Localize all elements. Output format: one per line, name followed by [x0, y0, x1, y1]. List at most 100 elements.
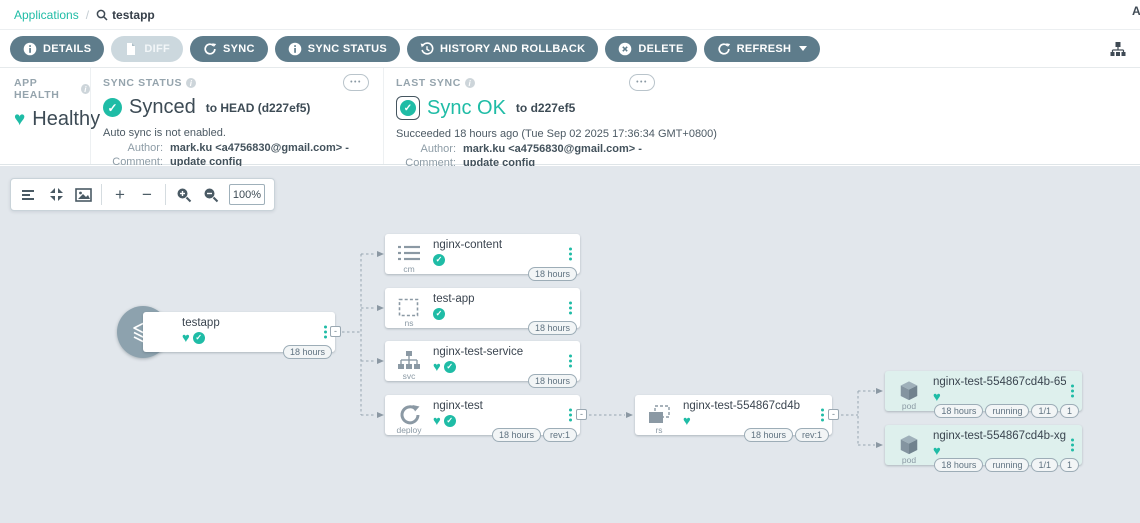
collapse-handle[interactable]: -	[828, 409, 839, 420]
node-menu-button[interactable]	[566, 352, 575, 371]
resource-tree-view-icon[interactable]	[1110, 41, 1126, 57]
app-health-label: APP HEALTH	[14, 77, 77, 101]
node-badge: 18 hours	[528, 321, 577, 335]
kind-label: svc	[385, 372, 433, 381]
history-icon	[420, 42, 434, 56]
healthy-heart-icon: ♥	[14, 110, 25, 129]
kind-label: rs	[635, 426, 683, 435]
deploy-icon: deploy	[385, 395, 433, 435]
zoom-out-button[interactable]: −	[138, 186, 156, 204]
resource-node-nginx-content[interactable]: cmnginx-content✓18 hours	[385, 234, 580, 274]
resource-node-nginx-test-554867cd4b-xgs9x[interactable]: podnginx-test-554867cd4b-xgs9x♥18 hoursr…	[885, 425, 1082, 465]
refresh-button[interactable]: REFRESH	[704, 36, 821, 62]
diff-button[interactable]: DIFF	[111, 36, 183, 62]
node-menu-button[interactable]	[1068, 382, 1077, 401]
node-menu-button[interactable]	[818, 406, 827, 425]
sync-status-button[interactable]: SYNC STATUS	[275, 36, 400, 62]
button-label: DELETE	[638, 43, 683, 55]
sync-status-menu-button[interactable]	[343, 74, 369, 91]
last-sync-label: LAST SYNC	[396, 77, 461, 89]
last-sync-value: Sync OK	[427, 97, 506, 120]
sync-button[interactable]: SYNC	[190, 36, 268, 62]
node-badge: 18 hours	[934, 458, 983, 472]
sync-status-section: SYNC STATUSi ✓ Synced to HEAD (d227ef5) …	[90, 68, 383, 164]
node-menu-button[interactable]	[321, 323, 330, 342]
resource-name: nginx-test-service	[433, 346, 564, 358]
sync-ok-badge-icon: ✓	[396, 96, 420, 120]
button-label: HISTORY AND ROLLBACK	[440, 43, 585, 55]
controls-divider	[101, 184, 102, 205]
info-icon	[288, 42, 302, 56]
button-label: SYNC STATUS	[308, 43, 387, 55]
node-badge: rev:1	[795, 428, 829, 442]
sync-check-icon: ✓	[433, 254, 445, 266]
button-label: DIFF	[144, 43, 170, 55]
resource-node-nginx-test-service[interactable]: svcnginx-test-service♥✓18 hours	[385, 341, 580, 381]
breadcrumb-app-name: testapp	[112, 8, 155, 22]
app-selector[interactable]: testapp	[96, 8, 155, 22]
breadcrumb-separator: /	[86, 8, 89, 22]
last-sync-menu-button[interactable]	[629, 74, 655, 91]
node-menu-button[interactable]	[566, 299, 575, 318]
delete-button[interactable]: DELETE	[605, 36, 696, 62]
kind-label: ns	[385, 319, 433, 328]
node-badge: 18 hours	[528, 267, 577, 281]
info-icon[interactable]: i	[465, 78, 475, 88]
search-icon	[96, 9, 108, 21]
history-rollback-button[interactable]: HISTORY AND ROLLBACK	[407, 36, 598, 62]
collapse-handle[interactable]: -	[576, 409, 587, 420]
last-sync-revision[interactable]: to d227ef5	[516, 101, 575, 115]
button-label: SYNC	[223, 43, 255, 55]
node-badge: 1/1	[1031, 458, 1058, 472]
sync-revision[interactable]: to HEAD (d227ef5)	[206, 101, 311, 115]
node-menu-button[interactable]	[566, 406, 575, 425]
node-badge: running	[985, 404, 1029, 418]
node-menu-button[interactable]	[1068, 436, 1077, 455]
synced-check-icon: ✓	[103, 98, 122, 117]
resource-node-nginx-test[interactable]: deploynginx-test♥✓18 hoursrev:1	[385, 395, 580, 435]
zoom-level-input[interactable]	[229, 184, 265, 205]
sync-check-icon: ✓	[444, 415, 456, 427]
chevron-down-icon	[799, 46, 807, 51]
sync-status-value: Synced	[129, 96, 196, 119]
breadcrumb: Applications / testapp A	[0, 0, 1140, 30]
zoom-in-button[interactable]: +	[111, 186, 129, 204]
info-icon[interactable]: i	[186, 78, 196, 88]
screenshot-icon[interactable]	[74, 186, 92, 204]
node-badge: 18 hours	[934, 404, 983, 418]
breadcrumb-applications-link[interactable]: Applications	[14, 8, 79, 22]
info-icon	[23, 42, 37, 56]
toolbar-buttons: DETAILS DIFF SYNC SYNC STATUS HISTORY AND RO…	[10, 36, 820, 62]
status-panel: APP HEALTHi ♥ Healthy SYNC STATUSi ✓ Syn…	[0, 68, 1140, 165]
last-sync-note: Succeeded 18 hours ago (Tue Sep 02 2025 …	[396, 128, 1140, 140]
author-label: Author:	[103, 142, 163, 154]
pod-icon: pod	[885, 425, 933, 465]
refresh-icon	[717, 42, 731, 56]
collapse-handle[interactable]: -	[330, 326, 341, 337]
fit-to-screen-icon[interactable]	[47, 186, 65, 204]
info-icon[interactable]: i	[81, 84, 90, 94]
sync-check-icon: ✓	[193, 332, 205, 344]
resource-tree-canvas[interactable]: + − testapp♥✓18 hours cmnginx-content✓18 …	[0, 166, 1140, 523]
author-label: Author:	[396, 143, 456, 155]
resource-node-test-app[interactable]: nstest-app✓18 hours	[385, 288, 580, 328]
cm-icon: cm	[385, 234, 433, 274]
node-badge: 18 hours	[744, 428, 793, 442]
resource-name: nginx-test-554867cd4b	[683, 400, 816, 412]
kind-label: deploy	[385, 426, 433, 435]
kind-label: pod	[885, 402, 933, 411]
svc-icon: svc	[385, 341, 433, 381]
resource-node-testapp[interactable]: testapp♥✓18 hours	[143, 312, 335, 352]
node-menu-button[interactable]	[566, 245, 575, 264]
resource-node-nginx-test-554867cd4b-65gtp[interactable]: podnginx-test-554867cd4b-65gtp♥18 hoursr…	[885, 371, 1082, 411]
resource-node-nginx-test-554867cd4b[interactable]: rsnginx-test-554867cd4b♥18 hoursrev:1	[635, 395, 832, 435]
rs-icon: rs	[635, 395, 683, 435]
details-button[interactable]: DETAILS	[10, 36, 104, 62]
magnifier-plus-icon[interactable]	[175, 186, 193, 204]
relayout-icon[interactable]	[20, 186, 38, 204]
sync-status-label: SYNC STATUS	[103, 77, 182, 89]
health-heart-icon: ♥	[433, 414, 441, 427]
resource-name: nginx-test	[433, 400, 564, 412]
magnifier-minus-icon[interactable]	[202, 186, 220, 204]
ns-icon: ns	[385, 288, 433, 328]
